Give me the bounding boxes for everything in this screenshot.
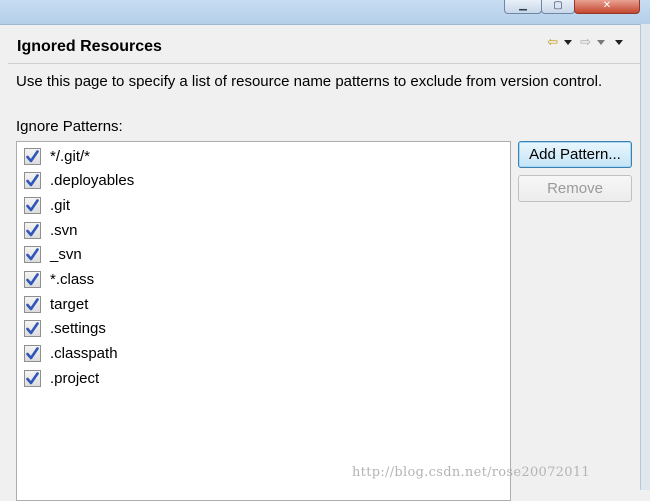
pattern-label: _svn — [50, 246, 82, 264]
checkmark-icon — [26, 223, 39, 236]
pattern-row[interactable]: .settings — [24, 319, 106, 339]
back-arrow-icon[interactable]: ⇦ — [547, 36, 558, 49]
page-header: Ignored Resources ⇦ ⇨ — [0, 25, 640, 63]
checkmark-icon — [26, 273, 39, 286]
checkmark-icon — [26, 371, 39, 385]
ignore-patterns-label: Ignore Patterns: — [16, 118, 123, 135]
maximize-button[interactable]: ▢ — [541, 0, 575, 14]
pattern-row[interactable]: .classpath — [24, 344, 118, 364]
watermark-text: http://blog.csdn.net/rose20072011 — [352, 465, 590, 480]
checkmark-icon — [26, 297, 39, 310]
close-icon: ✕ — [602, 0, 612, 11]
pattern-label: target — [50, 295, 89, 313]
pattern-checkbox[interactable] — [24, 345, 41, 363]
checkmark-icon — [26, 174, 39, 187]
pattern-label: .classpath — [50, 345, 118, 363]
pattern-row[interactable]: .svn — [24, 220, 78, 240]
pattern-row[interactable]: .deployables — [24, 171, 134, 191]
pattern-checkbox[interactable] — [24, 320, 41, 338]
add-pattern-button[interactable]: Add Pattern... — [518, 141, 632, 168]
minimize-button[interactable]: ▁ — [504, 0, 542, 14]
pattern-checkbox[interactable] — [24, 221, 41, 239]
pattern-row[interactable]: .git — [24, 195, 70, 215]
pattern-label: */.git/* — [50, 147, 91, 165]
header-divider — [8, 63, 640, 64]
window-right-border — [640, 24, 650, 490]
window-titlebar: ▁ ▢ ✕ — [0, 0, 650, 25]
page-title: Ignored Resources — [17, 38, 162, 55]
pattern-checkbox[interactable] — [24, 147, 41, 165]
back-dropdown-icon[interactable] — [564, 39, 573, 45]
pattern-label: .settings — [50, 320, 106, 338]
checkmark-icon — [26, 322, 39, 335]
page-description: Use this page to specify a list of resou… — [16, 73, 603, 90]
pattern-checkbox[interactable] — [24, 196, 41, 214]
view-menu-icon[interactable] — [615, 39, 623, 45]
checkmark-icon — [26, 199, 39, 212]
checkmark-icon — [26, 149, 39, 162]
pattern-checkbox[interactable] — [24, 271, 41, 288]
pattern-label: .svn — [50, 221, 78, 239]
pattern-checkbox[interactable] — [24, 246, 41, 264]
close-button[interactable]: ✕ — [574, 0, 640, 14]
remove-button: Remove — [518, 175, 632, 202]
forward-dropdown-icon[interactable] — [597, 39, 605, 45]
ignore-patterns-list[interactable]: */.git/* .deployables .git .svn _svn *.class t… — [16, 141, 511, 501]
checkmark-icon — [26, 347, 39, 360]
pattern-label: .project — [50, 369, 100, 387]
pattern-checkbox[interactable] — [24, 172, 41, 190]
pattern-row[interactable]: target — [24, 294, 88, 314]
maximize-icon: ▢ — [553, 0, 563, 11]
pattern-row[interactable]: *.class — [24, 270, 94, 290]
pattern-row[interactable]: */.git/* — [24, 146, 90, 166]
pattern-row[interactable]: .project — [24, 368, 99, 388]
checkmark-icon — [26, 248, 39, 261]
pattern-label: .git — [50, 196, 71, 214]
pattern-label: .deployables — [50, 172, 135, 190]
minimize-icon: ▁ — [519, 0, 527, 11]
navigation-toolbar: ⇦ ⇨ — [547, 34, 627, 50]
pattern-label: *.class — [50, 271, 95, 288]
pattern-checkbox[interactable] — [24, 369, 41, 387]
forward-arrow-icon[interactable]: ⇨ — [580, 36, 591, 49]
pattern-row[interactable]: _svn — [24, 245, 82, 265]
pattern-checkbox[interactable] — [24, 295, 41, 313]
